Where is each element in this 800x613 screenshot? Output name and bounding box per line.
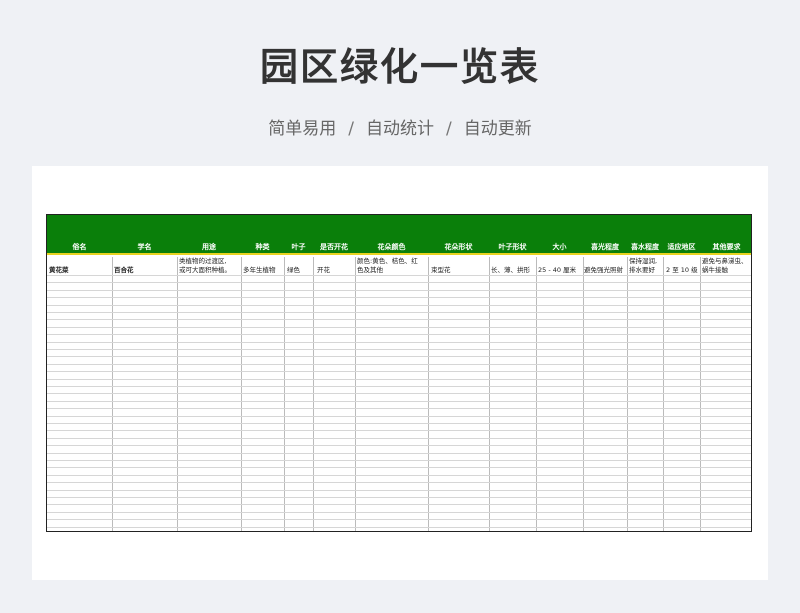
grid-row-line <box>47 297 751 299</box>
grid-row-line <box>47 326 751 328</box>
cell-other-line2[interactable]: 蜗牛接触 <box>702 266 728 275</box>
cell-region[interactable]: 2 至 10 级 <box>666 266 698 275</box>
grid-row-line <box>47 519 751 521</box>
table-header-band: 俗名 学名 用途 种类 叶子 是否开花 花朵颜色 花朵形状 叶子形状 大小 喜光… <box>47 215 751 255</box>
page-title: 园区绿化一览表 <box>259 45 540 89</box>
grid-row-line <box>47 312 751 313</box>
column-header-water[interactable]: 喜水程度 <box>627 241 663 253</box>
cell-leaf[interactable]: 绿色 <box>287 266 300 275</box>
subtitle-separator: / <box>446 119 452 139</box>
grid-row-line <box>47 526 751 528</box>
cell-size[interactable]: 25 - 40 厘米 <box>538 266 576 275</box>
cell-flower-color-line1[interactable]: 颜色:黄色、桔色、红 <box>357 257 418 266</box>
grid-row-line <box>47 511 751 513</box>
column-header-flower-shape[interactable]: 花朵形状 <box>428 241 489 253</box>
grid-row-line <box>47 474 751 476</box>
grid-row-line <box>47 341 751 343</box>
page-subtitle: 简单易用 / 自动统计 / 自动更新 <box>0 114 800 139</box>
cell-usage-line2[interactable]: 或可大面积种植。 <box>179 266 231 275</box>
grid-row-line <box>47 400 751 402</box>
cell-light[interactable]: 避免强光照射 <box>584 266 627 275</box>
column-header-size[interactable]: 大小 <box>536 241 583 253</box>
grid-row-line <box>47 430 751 432</box>
column-header-flower-color[interactable]: 花朵颜色 <box>355 241 428 253</box>
grid-row-line <box>47 349 751 350</box>
column-header-flowering[interactable]: 是否开花 <box>313 241 355 253</box>
column-header-type[interactable]: 种类 <box>241 241 284 253</box>
grid-row-line <box>47 482 751 484</box>
grid-row-line <box>47 393 751 395</box>
grid-row-line <box>47 467 751 469</box>
spreadsheet-preview-card: 俗名 学名 用途 种类 叶子 是否开花 花朵颜色 花朵形状 叶子形状 大小 喜光… <box>32 166 768 580</box>
cell-scientific-name[interactable]: 百合花 <box>114 266 134 275</box>
grid-row-line <box>47 275 751 276</box>
grid-row-line <box>47 504 751 506</box>
column-header-other[interactable]: 其他要求 <box>700 241 751 253</box>
cell-type[interactable]: 多年生植物 <box>243 266 276 275</box>
column-header-region[interactable]: 适应地区 <box>663 241 700 253</box>
grid-row-line <box>47 415 751 417</box>
cell-common-name[interactable]: 黄花菜 <box>49 266 69 275</box>
grid-row-line <box>47 386 751 387</box>
grid-row-line <box>47 437 751 439</box>
subtitle-feature-stats: 自动统计 <box>366 119 434 139</box>
grid-row-line <box>47 334 751 336</box>
grid-row-line <box>47 489 751 491</box>
grid-row-line <box>47 423 751 424</box>
subtitle-separator: / <box>348 119 354 139</box>
grid-row-line <box>47 371 751 373</box>
grid-row-line <box>47 289 751 291</box>
grid-row-line <box>47 304 751 306</box>
cell-flowering[interactable]: 开花 <box>317 266 330 275</box>
cell-water-line2[interactable]: 排水要好 <box>629 266 655 275</box>
cell-flower-shape[interactable]: 束型花 <box>431 266 451 275</box>
grid-row-line <box>47 408 751 410</box>
grid-row-line <box>47 356 751 358</box>
column-header-light[interactable]: 喜光程度 <box>583 241 627 253</box>
grid-row-line <box>47 363 751 365</box>
column-header-leaf-shape[interactable]: 叶子形状 <box>489 241 536 253</box>
cell-flower-color-line2[interactable]: 色及其他 <box>357 266 383 275</box>
cell-leaf-shape[interactable]: 长、薄、拱形 <box>491 266 535 275</box>
spreadsheet: 俗名 学名 用途 种类 叶子 是否开花 花朵颜色 花朵形状 叶子形状 大小 喜光… <box>46 214 752 532</box>
cell-usage-line1[interactable]: 类植物的过渡区, <box>179 257 227 266</box>
subtitle-feature-easy: 简单易用 <box>268 119 337 139</box>
column-header-leaf[interactable]: 叶子 <box>284 241 313 253</box>
grid-row-line <box>47 445 751 447</box>
grid-row-line <box>47 460 751 461</box>
cell-water-line1[interactable]: 保持湿润, <box>629 257 657 266</box>
cell-other-line1[interactable]: 避免与鼻涕虫、 <box>702 257 748 266</box>
grid-row-line <box>47 282 751 284</box>
grid-row-line <box>47 452 751 454</box>
subtitle-feature-update: 自动更新 <box>463 119 532 139</box>
column-header-usage[interactable]: 用途 <box>177 241 241 253</box>
grid-row-line <box>47 497 751 498</box>
column-header-scientific-name[interactable]: 学名 <box>112 241 177 253</box>
grid-row-line <box>47 319 751 321</box>
grid-row-line <box>47 378 751 380</box>
column-header-common-name[interactable]: 俗名 <box>47 241 112 253</box>
